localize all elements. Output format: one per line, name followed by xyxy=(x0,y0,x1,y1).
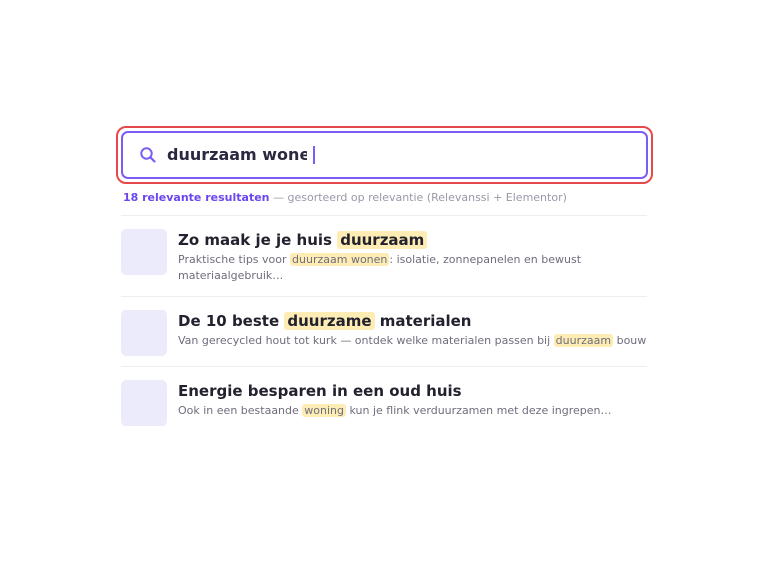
result-body: Energie besparen in een oud huis Ook in … xyxy=(178,380,647,419)
result-thumbnail xyxy=(121,229,167,275)
snippet-highlight: duurzaam wonen xyxy=(290,253,390,266)
result-item[interactable]: De 10 beste duurzame materialen Van gere… xyxy=(121,296,647,366)
snippet-highlight: duurzaam xyxy=(553,334,614,347)
result-title[interactable]: De 10 beste duurzame materialen xyxy=(178,311,647,331)
result-title[interactable]: Zo maak je je huis duurzaam xyxy=(178,230,647,250)
result-thumbnail xyxy=(121,380,167,426)
result-body: Zo maak je je huis duurzaam Praktische t… xyxy=(178,229,647,284)
result-snippet: Van gerecycled hout tot kurk — ontdek we… xyxy=(178,334,647,347)
result-snippet: Praktische tips voor duurzaam wonen: iso… xyxy=(178,253,582,282)
result-body: De 10 beste duurzame materialen Van gere… xyxy=(178,310,647,349)
result-summary: 18 relevante resultaten — gesorteerd op … xyxy=(123,190,653,206)
search-box[interactable] xyxy=(121,131,648,179)
result-item[interactable]: Energie besparen in een oud huis Ook in … xyxy=(121,366,647,436)
results-list: Zo maak je je huis duurzaam Praktische t… xyxy=(121,215,647,436)
search-input[interactable] xyxy=(167,143,307,167)
result-snippet: Ook in een bestaande woning kun je flink… xyxy=(178,404,612,417)
title-highlight: duurzame xyxy=(284,312,375,330)
search-focus-outline xyxy=(116,126,653,184)
result-title[interactable]: Energie besparen in een oud huis xyxy=(178,381,647,401)
search-page: 18 relevante resultaten — gesorteerd op … xyxy=(0,0,768,568)
result-thumbnail xyxy=(121,310,167,356)
result-count: 18 relevante resultaten xyxy=(123,191,270,204)
result-item[interactable]: Zo maak je je huis duurzaam Praktische t… xyxy=(121,215,647,296)
title-highlight: duurzaam xyxy=(337,231,428,249)
sort-description: — gesorteerd op relevantie (Relevanssi +… xyxy=(269,191,567,204)
snippet-highlight: woning xyxy=(302,404,346,417)
text-caret xyxy=(313,146,315,164)
search-icon xyxy=(139,146,157,164)
search-area: 18 relevante resultaten — gesorteerd op … xyxy=(116,126,653,206)
